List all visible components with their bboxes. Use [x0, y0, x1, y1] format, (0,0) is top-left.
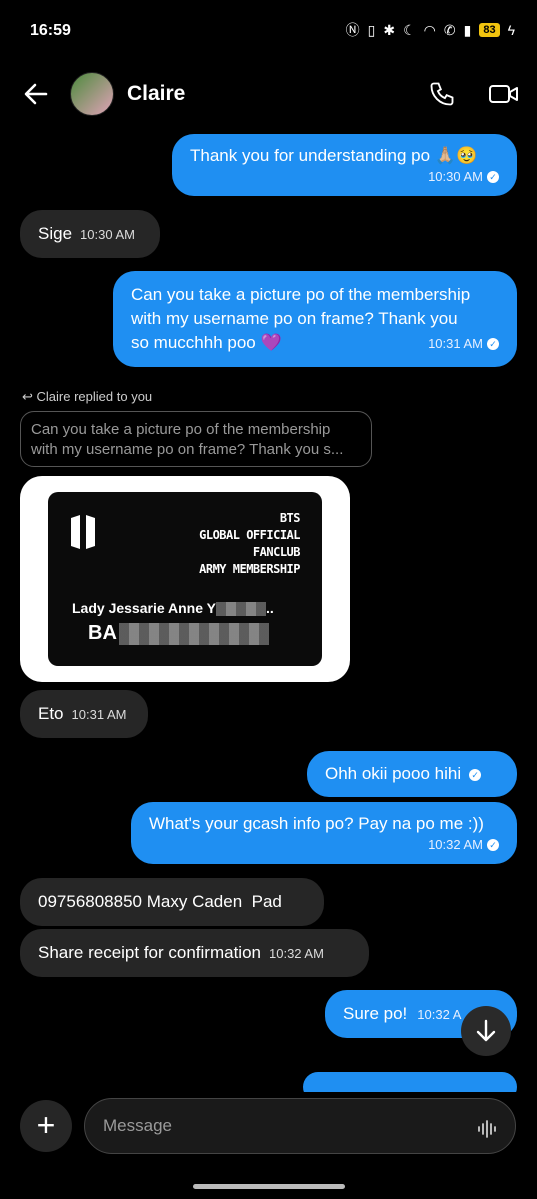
status-icons: Ⓝ ▯ ✱ ☾ ◠ ✆ ▮ 83 ϟ — [346, 20, 515, 40]
message-time: 10:31 AM — [428, 336, 483, 351]
video-call-icon[interactable] — [489, 82, 519, 111]
reply-arrow-icon: ↩ — [22, 389, 33, 404]
card-name-tail: .. — [265, 600, 274, 616]
message-text: 09756808850 Maxy Caden Pad — [38, 892, 282, 911]
message-line: with my username po on frame? Thank you — [131, 309, 458, 328]
voice-waveform-icon[interactable] — [477, 1119, 497, 1144]
status-bar: 16:59 Ⓝ ▯ ✱ ☾ ◠ ✆ ▮ 83 ϟ — [0, 0, 537, 60]
read-check-icon: ✓ — [487, 838, 499, 851]
message-time: 10:31 AM — [71, 707, 127, 722]
card-title: BTS GLOBAL OFFICIAL FANCLUB ARMY MEMBERS… — [199, 510, 300, 578]
message-time: 10:32 A — [417, 1007, 462, 1022]
message-input-placeholder: Message — [103, 1116, 172, 1135]
read-check-icon: ✓ — [487, 170, 499, 183]
card-line: BTS — [279, 511, 301, 525]
do-not-disturb-icon: ☾ — [403, 21, 416, 38]
message-line: Can you take a picture po of the members… — [131, 285, 471, 304]
message-text: Share receipt for confirmation — [38, 943, 261, 962]
incoming-message[interactable]: Eto 10:31 AM — [20, 690, 148, 738]
censor-blur — [118, 622, 269, 645]
bluetooth-icon: ✱ — [383, 21, 396, 38]
card-name-text: Lady Jessarie Anne Y — [72, 600, 216, 616]
message-time: 10:30 AM — [80, 227, 135, 242]
card-member-name: Lady Jessarie Anne Y.. — [72, 600, 274, 617]
phone-call-icon[interactable] — [428, 80, 456, 113]
bts-logo-icon — [70, 514, 96, 555]
card-line: FANCLUB — [252, 545, 301, 559]
charging-icon: ϟ — [507, 22, 515, 38]
quote-line: Can you take a picture po of the members… — [31, 421, 331, 438]
incoming-message[interactable]: 09756808850 Maxy Caden Pad — [20, 878, 324, 926]
reply-quote[interactable]: Can you take a picture po of the members… — [20, 411, 372, 467]
nfc-icon: Ⓝ — [345, 22, 360, 38]
card-id-prefix: BA — [88, 622, 117, 644]
reply-label-text: Claire replied to you — [36, 389, 153, 404]
message-input[interactable]: Message — [84, 1098, 516, 1154]
back-arrow-icon[interactable] — [22, 80, 50, 115]
membership-card-image[interactable]: BTS GLOBAL OFFICIAL FANCLUB ARMY MEMBERS… — [48, 492, 322, 666]
contact-name[interactable]: Claire — [127, 82, 185, 106]
message-text: Sige — [38, 224, 73, 243]
message-text: Eto — [38, 704, 64, 723]
censor-blur — [215, 602, 266, 617]
incoming-message[interactable]: Share receipt for confirmation 10:32 AM — [20, 929, 369, 977]
composer-bar: + Message — [0, 1092, 537, 1162]
wifi-call-icon: ✆ — [443, 21, 456, 38]
quote-line: with my username po on frame? Thank you … — [31, 441, 344, 458]
incoming-message[interactable]: Sige 10:30 AM — [20, 210, 160, 258]
signal-icon: ▮ — [463, 21, 472, 38]
message-text: Sure po! — [343, 1004, 408, 1023]
avatar[interactable] — [70, 72, 114, 116]
read-check-icon: ✓ — [469, 768, 482, 781]
chat-header: Claire — [0, 70, 537, 122]
read-check-icon: ✓ — [487, 337, 499, 350]
status-time: 16:59 — [30, 22, 71, 39]
reply-label: ↩ Claire replied to you — [22, 389, 152, 405]
battery-icon: 83 — [479, 23, 500, 37]
card-line: GLOBAL OFFICIAL — [199, 528, 300, 542]
wifi-icon: ◠ — [423, 21, 436, 38]
outgoing-message[interactable]: What's your gcash info po? Pay na po me … — [131, 802, 517, 864]
outgoing-message[interactable]: Can you take a picture po of the members… — [113, 271, 517, 367]
card-member-id: BA — [88, 622, 269, 645]
message-time: 10:30 AM — [428, 169, 483, 184]
message-line: so mucchhh poo 💜 — [131, 333, 282, 352]
outgoing-message[interactable]: Thank you for understanding po 🙏🏼🥹 10:30… — [172, 134, 517, 196]
home-indicator[interactable] — [193, 1184, 345, 1189]
vibrate-icon: ▯ — [367, 21, 376, 38]
add-attachment-button[interactable]: + — [20, 1100, 72, 1152]
message-text: Ohh okii pooo hihi — [325, 764, 462, 783]
outgoing-message[interactable]: Ohh okii pooo hihi ✓ — [307, 751, 517, 797]
card-line: ARMY MEMBERSHIP — [199, 562, 300, 576]
message-time: 10:32 AM — [269, 946, 324, 961]
scroll-down-icon[interactable] — [461, 1006, 511, 1056]
message-time: 10:32 AM — [428, 837, 483, 852]
